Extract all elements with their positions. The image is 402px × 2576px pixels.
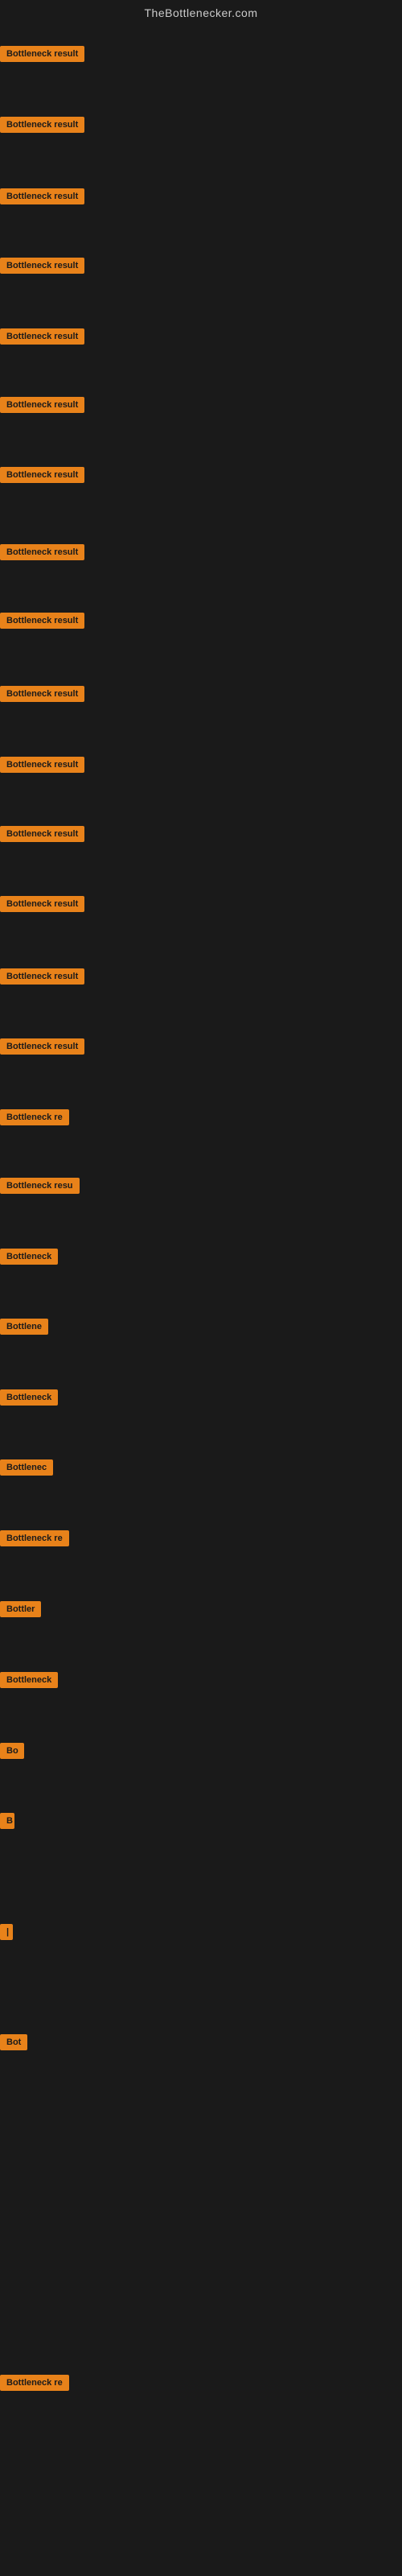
bottleneck-badge: Bottleneck result [0, 258, 84, 274]
bottleneck-badge: Bottleneck result [0, 328, 84, 345]
bottleneck-result-item[interactable]: Bottleneck result [0, 188, 84, 208]
bottleneck-result-item[interactable]: Bottleneck re [0, 2375, 69, 2395]
bottleneck-result-item[interactable]: Bottleneck result [0, 467, 84, 487]
bottleneck-result-item[interactable]: Bottleneck resu [0, 1178, 80, 1198]
bottleneck-result-item[interactable]: Bottler [0, 1601, 41, 1621]
bottleneck-badge: Bottleneck [0, 1389, 58, 1406]
bottleneck-result-item[interactable]: Bo [0, 1743, 24, 1763]
bottleneck-badge: Bottleneck result [0, 544, 84, 560]
bottleneck-badge: Bottleneck re [0, 1530, 69, 1546]
bottleneck-badge: Bottleneck result [0, 467, 84, 483]
bottleneck-badge: Bottler [0, 1601, 41, 1617]
bottleneck-badge: Bottleneck result [0, 826, 84, 842]
bottleneck-result-item[interactable]: Bottleneck result [0, 613, 84, 633]
bottleneck-result-item[interactable]: Bottleneck result [0, 46, 84, 66]
bottleneck-badge: Bottleneck result [0, 968, 84, 985]
bottleneck-result-item[interactable]: Bottleneck [0, 1249, 58, 1269]
bottleneck-result-item[interactable]: Bottlenec [0, 1459, 53, 1480]
bottleneck-badge: Bottleneck result [0, 613, 84, 629]
bottleneck-badge: Bot [0, 2034, 27, 2050]
bottleneck-badge: Bottleneck result [0, 896, 84, 912]
bottleneck-result-item[interactable]: Bottlene [0, 1319, 48, 1339]
bottleneck-result-item[interactable]: B [0, 1813, 14, 1833]
bottleneck-badge: Bottleneck re [0, 1109, 69, 1125]
bottleneck-result-item[interactable]: Bottleneck result [0, 328, 84, 349]
bottleneck-badge: Bottleneck result [0, 397, 84, 413]
bottleneck-result-item[interactable]: Bottleneck result [0, 757, 84, 777]
bottleneck-result-item[interactable]: Bottleneck result [0, 117, 84, 137]
bottleneck-badge: | [0, 1924, 13, 1940]
bottleneck-badge: Bottleneck result [0, 1038, 84, 1055]
bottleneck-result-item[interactable]: Bottleneck result [0, 1038, 84, 1059]
bottleneck-badge: Bottlenec [0, 1459, 53, 1476]
bottleneck-result-item[interactable]: Bottleneck result [0, 968, 84, 989]
bottleneck-result-item[interactable]: Bottleneck [0, 1389, 58, 1410]
site-title: TheBottlenecker.com [0, 0, 402, 26]
bottleneck-badge: Bottleneck result [0, 188, 84, 204]
bottleneck-result-item[interactable]: Bottleneck result [0, 896, 84, 916]
bottleneck-badge: Bottleneck result [0, 686, 84, 702]
bottleneck-badge: Bottleneck re [0, 2375, 69, 2391]
bottleneck-result-item[interactable]: Bottleneck re [0, 1109, 69, 1129]
bottleneck-badge: Bottlene [0, 1319, 48, 1335]
bottleneck-result-item[interactable]: Bottleneck result [0, 397, 84, 417]
bottleneck-result-item[interactable]: Bottleneck result [0, 544, 84, 564]
bottleneck-badge: Bottleneck [0, 1249, 58, 1265]
bottleneck-result-item[interactable]: Bottleneck result [0, 826, 84, 846]
bottleneck-result-item[interactable]: Bottleneck re [0, 1530, 69, 1550]
bottleneck-result-item[interactable]: Bottleneck [0, 1672, 58, 1692]
bottleneck-badge: Bottleneck resu [0, 1178, 80, 1194]
bottleneck-badge: B [0, 1813, 14, 1829]
bottleneck-badge: Bottleneck result [0, 757, 84, 773]
bottleneck-badge: Bottleneck result [0, 46, 84, 62]
bottleneck-badge: Bottleneck result [0, 117, 84, 133]
bottleneck-badge: Bottleneck [0, 1672, 58, 1688]
bottleneck-result-item[interactable]: Bot [0, 2034, 27, 2054]
bottleneck-badge: Bo [0, 1743, 24, 1759]
bottleneck-result-item[interactable]: Bottleneck result [0, 258, 84, 278]
bottleneck-result-item[interactable]: | [0, 1924, 13, 1944]
bottleneck-result-item[interactable]: Bottleneck result [0, 686, 84, 706]
